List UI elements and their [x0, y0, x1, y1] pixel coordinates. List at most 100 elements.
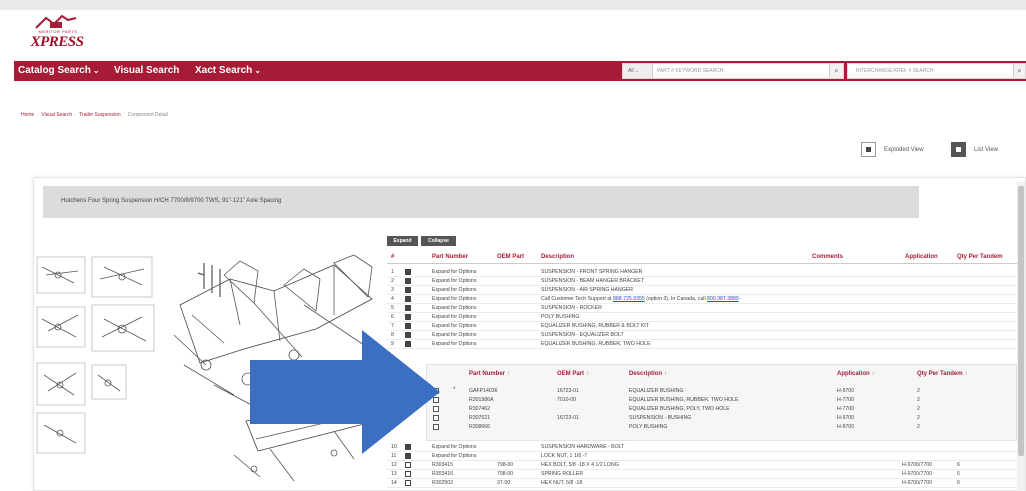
nav-xact-label: Xact Search — [195, 65, 253, 76]
row-qty: 6 — [957, 471, 960, 477]
canada-phone-link[interactable]: 800.387.3889 — [707, 296, 739, 302]
search-icon[interactable]: ⌕ — [829, 64, 843, 78]
option-row[interactable]: R307462 EQUALIZER BUSHING, POLY, TWO HOL… — [431, 405, 1016, 414]
search-icon[interactable]: ⌕ — [1013, 64, 1025, 78]
row-part-number[interactable]: Expand for Options — [432, 278, 476, 284]
option-application: H-7700 — [837, 406, 855, 412]
table-row[interactable]: 10 Expand for Options SUSPENSION HARDWARE… — [387, 443, 1017, 452]
option-part-number[interactable]: R308666 — [469, 424, 490, 430]
table-row[interactable]: 7 Expand for Options EQUALIZER BUSHING, R… — [387, 322, 1017, 331]
nav-catalog-search[interactable]: Catalog Search ⌄ — [18, 65, 100, 76]
row-part-number[interactable]: R303415 — [432, 462, 453, 468]
sub-col-application[interactable]: Application ↕ — [837, 371, 875, 377]
option-oem-part: 16723-01 — [557, 388, 579, 394]
chevron-down-icon: ⌄ — [254, 66, 261, 75]
row-number: 13 — [391, 471, 397, 477]
row-number: 5 — [391, 305, 394, 311]
site-logo[interactable]: MERITOR PARTS XPRESS — [28, 14, 86, 54]
table-row[interactable]: 1 Expand for Options SUSPENSION - FRONT S… — [387, 268, 1017, 277]
table-row[interactable]: 14 R302502 37-00 HEX NUT, 5/8 -18 H-9700/7… — [387, 479, 1017, 488]
component-title-band: Hutchens Four Spring Suspension H/CH 770… — [43, 186, 919, 218]
table-row[interactable]: 12 R303415 798-00 HEX BOLT, 5/8 -18 X 4 1… — [387, 461, 1017, 470]
expand-row-toggle[interactable] — [405, 314, 411, 320]
row-part-number[interactable]: Expand for Options — [432, 314, 476, 320]
logo-graphic — [35, 14, 77, 29]
sub-col-part-number-label: Part Number — [469, 371, 506, 377]
row-number: 1 — [391, 269, 394, 275]
support-phone-link[interactable]: 888.725.9355 — [613, 296, 645, 302]
table-row[interactable]: 3 Expand for Options SUSPENSION - AIR SPR… — [387, 286, 1017, 295]
interchange-search-box: INTERCHANGE/XREF # SEARCH ⌕ — [847, 63, 1026, 79]
col-header-part-number[interactable]: Part Number — [432, 254, 468, 260]
option-row[interactable]: * GAFP14036 16723-01 EQUALIZER BUSHING H-9… — [431, 387, 1016, 396]
row-part-number[interactable]: R302502 — [432, 480, 453, 486]
option-part-number[interactable]: R307621 — [469, 415, 490, 421]
sub-col-oem-part-label: OEM Part — [557, 371, 585, 377]
option-part-number[interactable]: R301986A — [469, 397, 494, 403]
breadcrumb-home[interactable]: Home — [21, 112, 34, 118]
row-part-number[interactable]: Expand for Options — [432, 269, 476, 275]
scrollbar-thumb[interactable] — [1018, 186, 1024, 456]
row-checkbox[interactable] — [405, 480, 411, 486]
row-checkbox[interactable] — [405, 462, 411, 468]
row-application: H-9700/7700 — [902, 462, 932, 468]
row-part-number[interactable]: R303416 — [432, 471, 453, 477]
nav-xact-search[interactable]: Xact Search ⌄ — [195, 65, 261, 76]
row-part-number[interactable]: Expand for Options — [432, 296, 476, 302]
col-header-qty-per-tandem[interactable]: Qty Per Tandem — [957, 254, 1003, 260]
expand-row-toggle[interactable] — [405, 269, 411, 275]
expand-row-toggle[interactable] — [405, 323, 411, 329]
col-header-oem-part[interactable]: OEM Part — [497, 254, 524, 260]
option-description: EQUALIZER BUSHING — [629, 388, 684, 394]
sub-col-part-number[interactable]: Part Number ↕ — [469, 371, 510, 377]
list-view-icon — [951, 142, 966, 157]
sub-col-oem-part[interactable]: OEM Part ↕ — [557, 371, 589, 377]
option-part-number[interactable]: R307462 — [469, 406, 490, 412]
part-search-input[interactable]: PART # KEYWORD SEARCH — [657, 68, 723, 74]
expand-row-toggle[interactable] — [405, 278, 411, 284]
row-part-number[interactable]: Expand for Options — [432, 305, 476, 311]
list-view-toggle[interactable]: List View — [951, 142, 1011, 160]
arrow-annotation-icon — [250, 330, 440, 454]
expand-row-toggle[interactable] — [405, 305, 411, 311]
nav-visual-search[interactable]: Visual Search — [114, 65, 179, 76]
col-header-description[interactable]: Description — [541, 254, 574, 260]
table-row[interactable]: 11 Expand for Options LOCK NUT, 1 1/8 -7 — [387, 452, 1017, 461]
table-row[interactable]: 8 Expand for Options SUSPENSION - EQUALIZ… — [387, 331, 1017, 340]
row-checkbox[interactable] — [405, 471, 411, 477]
table-row[interactable]: 6 Expand for Options POLY BUSHING — [387, 313, 1017, 322]
support-text-mid: (option 3). In Canada, call — [646, 296, 706, 302]
row-description: SUSPENSION - BEAM HANGER BRACKET — [541, 278, 644, 284]
breadcrumb-trailer-suspension[interactable]: Trailer Suspension — [79, 112, 121, 118]
sort-icon: ↕ — [871, 371, 875, 377]
breadcrumb-visual-search[interactable]: Visual Search — [41, 112, 72, 118]
option-part-number[interactable]: GAFP14036 — [469, 388, 498, 394]
component-title: Hutchens Four Spring Suspension H/CH 770… — [61, 198, 282, 204]
row-number: 3 — [391, 287, 394, 293]
expand-all-button[interactable]: Expand — [387, 236, 418, 246]
table-row[interactable]: 13 R303416 798-00 SPRING ROLLER H-9700/770… — [387, 470, 1017, 479]
option-row[interactable]: R307621 16723-01 SUSPENSION - BUSHING H-97… — [431, 414, 1016, 423]
col-header-application[interactable]: Application — [905, 254, 938, 260]
row-part-number[interactable]: Expand for Options — [432, 287, 476, 293]
table-row[interactable]: 2 Expand for Options SUSPENSION - BEAM HA… — [387, 277, 1017, 286]
search-scope-select[interactable]: All ⌄ — [623, 64, 653, 78]
row-number: 6 — [391, 314, 394, 320]
table-row[interactable]: 4 Expand for Options Call Customer Tech … — [387, 295, 1017, 304]
sub-col-qty-per-tandem[interactable]: Qty Per Tandem ↕ — [917, 371, 968, 377]
row-part-number[interactable]: Expand for Options — [432, 323, 476, 329]
table-row[interactable]: 5 Expand for Options SUSPENSION - ROCKER — [387, 304, 1017, 313]
interchange-search-input[interactable]: INTERCHANGE/XREF # SEARCH — [856, 68, 934, 74]
search-scope-value: All — [628, 68, 634, 74]
expand-row-toggle[interactable] — [405, 287, 411, 293]
panel-scrollbar[interactable] — [1017, 182, 1025, 491]
exploded-view-icon — [861, 142, 876, 157]
expand-row-toggle[interactable] — [405, 296, 411, 302]
collapse-all-button[interactable]: Collapse — [421, 236, 456, 246]
sub-col-description[interactable]: Description ↕ — [629, 371, 667, 377]
exploded-view-toggle[interactable]: Exploded View — [861, 142, 941, 160]
col-header-comments[interactable]: Comments — [812, 254, 843, 260]
option-row[interactable]: R308666 POLY BUSHING H-9700 2 — [431, 423, 1016, 432]
option-row[interactable]: R301986A 7010-00 EQUALIZER BUSHING, RUBBE… — [431, 396, 1016, 405]
table-row[interactable]: 9 Expand for Options EQUALIZER BUSHING, R… — [387, 340, 1017, 349]
